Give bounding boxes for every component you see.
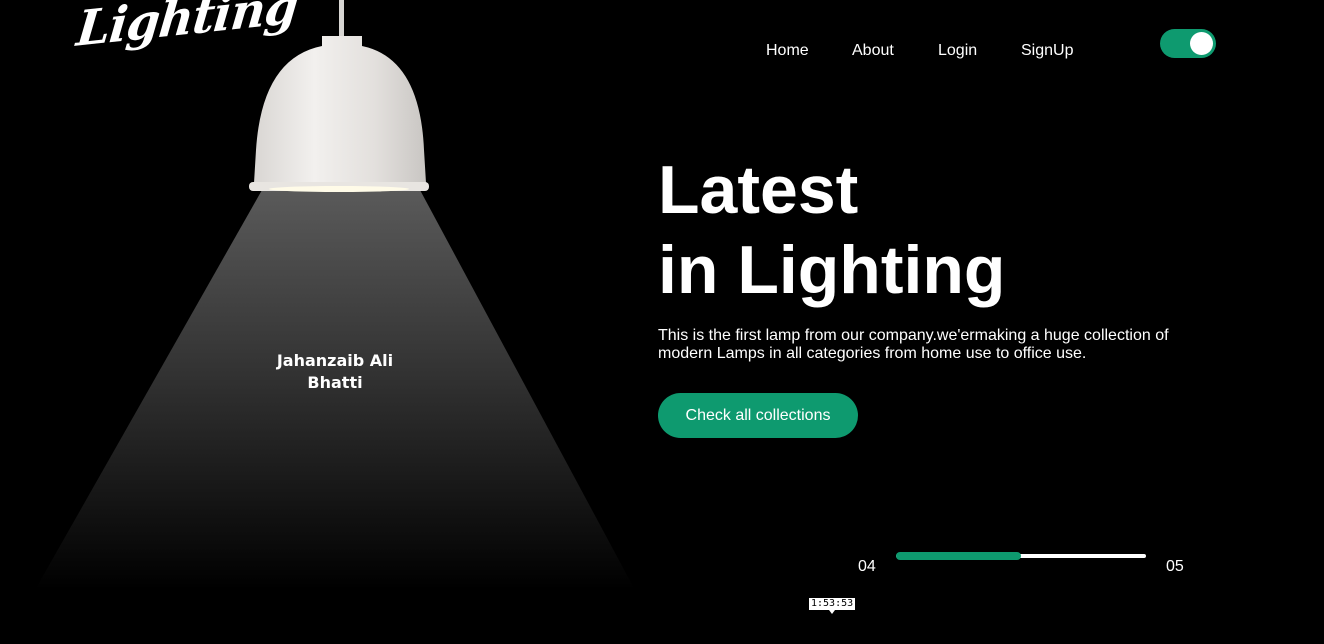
headline-line1: Latest (658, 152, 859, 228)
hero-description: This is the first lamp from our company.… (658, 327, 1169, 362)
nav-about-link[interactable]: About (852, 42, 894, 60)
lamp-illustration (35, 0, 635, 590)
slide-progress-fill (896, 552, 1021, 560)
check-collections-button[interactable]: Check all collections (658, 393, 858, 438)
headline-line2: in Lighting (658, 232, 1006, 308)
slide-current-number: 04 (858, 558, 876, 575)
toggle-knob (1190, 32, 1213, 55)
lamp-caption-line1: Jahanzaib Ali (276, 351, 394, 370)
lamp-caption-line2: Bhatti (307, 373, 363, 392)
slide-progress-bar[interactable] (896, 552, 1146, 560)
timer-tooltip: 1:53:53 (809, 598, 856, 610)
nav-home-link[interactable]: Home (766, 42, 809, 60)
lamp-cord (339, 0, 344, 36)
lamp-caption: Jahanzaib Ali Bhatti (260, 350, 410, 394)
lamp-bulb-glow (269, 186, 409, 192)
theme-toggle[interactable] (1160, 29, 1216, 58)
page: Lighting Home About Login SignUp Jahanza… (0, 0, 1324, 644)
slide-total-number: 05 (1166, 558, 1184, 575)
nav-signup-link[interactable]: SignUp (1021, 42, 1073, 60)
nav-login-link[interactable]: Login (938, 42, 977, 60)
lamp-shade (254, 36, 426, 183)
timer-tooltip-pointer (829, 610, 835, 614)
hero-headline: Latest in Lighting (658, 150, 1005, 310)
